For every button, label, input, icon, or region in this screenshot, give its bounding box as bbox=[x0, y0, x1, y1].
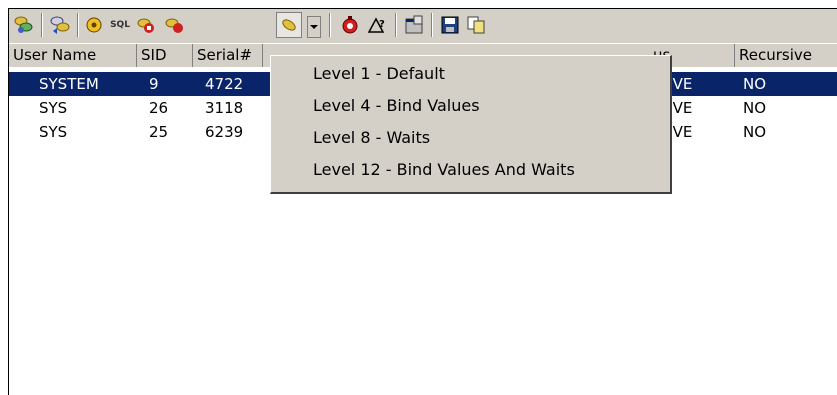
trace-stop-icon[interactable] bbox=[133, 12, 159, 38]
cell-user-name: SYS bbox=[39, 99, 68, 117]
toolbar-separator bbox=[41, 13, 43, 37]
properties-icon[interactable] bbox=[401, 12, 427, 38]
cell-recursive: NO bbox=[743, 99, 767, 117]
toolbar-separator bbox=[329, 13, 331, 37]
session-refresh-icon[interactable] bbox=[47, 12, 73, 38]
cell-sid: 26 bbox=[149, 99, 169, 117]
chevron-down-icon bbox=[310, 25, 318, 29]
cell-serial: 4722 bbox=[205, 75, 244, 93]
column-header-sid[interactable]: SID bbox=[137, 44, 193, 67]
trace-level-icon[interactable] bbox=[276, 12, 302, 38]
trace-start-icon[interactable] bbox=[161, 12, 187, 38]
cell-recursive: NO bbox=[743, 75, 767, 93]
kill-session-icon[interactable] bbox=[337, 12, 363, 38]
copy-icon[interactable] bbox=[463, 12, 489, 38]
cell-sid: 25 bbox=[149, 123, 169, 141]
menu-item-level-1[interactable]: Level 1 - Default bbox=[313, 60, 445, 88]
menu-item-level-12[interactable]: Level 12 - Bind Values And Waits bbox=[313, 156, 575, 184]
trace-level-dropdown[interactable] bbox=[307, 16, 321, 38]
save-icon[interactable] bbox=[437, 12, 463, 38]
sql-icon[interactable]: SQL bbox=[107, 12, 133, 38]
trace-level-menu: Level 1 - Default Level 4 - Bind Values … bbox=[270, 55, 672, 194]
cell-recursive: NO bbox=[743, 123, 767, 141]
cell-user-name: SYS bbox=[39, 123, 68, 141]
toolbar-separator bbox=[77, 13, 79, 37]
session-browser-window: SQL ? User Name SID Serial# Recursive SY… bbox=[8, 8, 837, 395]
toolbar: SQL ? bbox=[9, 9, 837, 44]
svg-text:?: ? bbox=[379, 19, 385, 30]
sessions-icon[interactable] bbox=[11, 12, 37, 38]
toolbar-separator bbox=[431, 13, 433, 37]
column-header-recursive[interactable]: Recursive bbox=[735, 44, 837, 67]
cell-serial: 3118 bbox=[205, 99, 244, 117]
cell-serial: 6239 bbox=[205, 123, 244, 141]
column-header-user-name[interactable]: User Name bbox=[9, 44, 137, 67]
explain-icon[interactable]: ? bbox=[365, 12, 391, 38]
sql-label: SQL bbox=[110, 20, 130, 30]
disk-icon[interactable] bbox=[81, 12, 107, 38]
menu-item-level-4[interactable]: Level 4 - Bind Values bbox=[313, 92, 480, 120]
cell-sid: 9 bbox=[149, 75, 159, 93]
cell-user-name: SYSTEM bbox=[39, 75, 99, 93]
toolbar-separator bbox=[395, 13, 397, 37]
column-header-serial[interactable]: Serial# bbox=[193, 44, 263, 67]
menu-item-level-8[interactable]: Level 8 - Waits bbox=[313, 124, 430, 152]
